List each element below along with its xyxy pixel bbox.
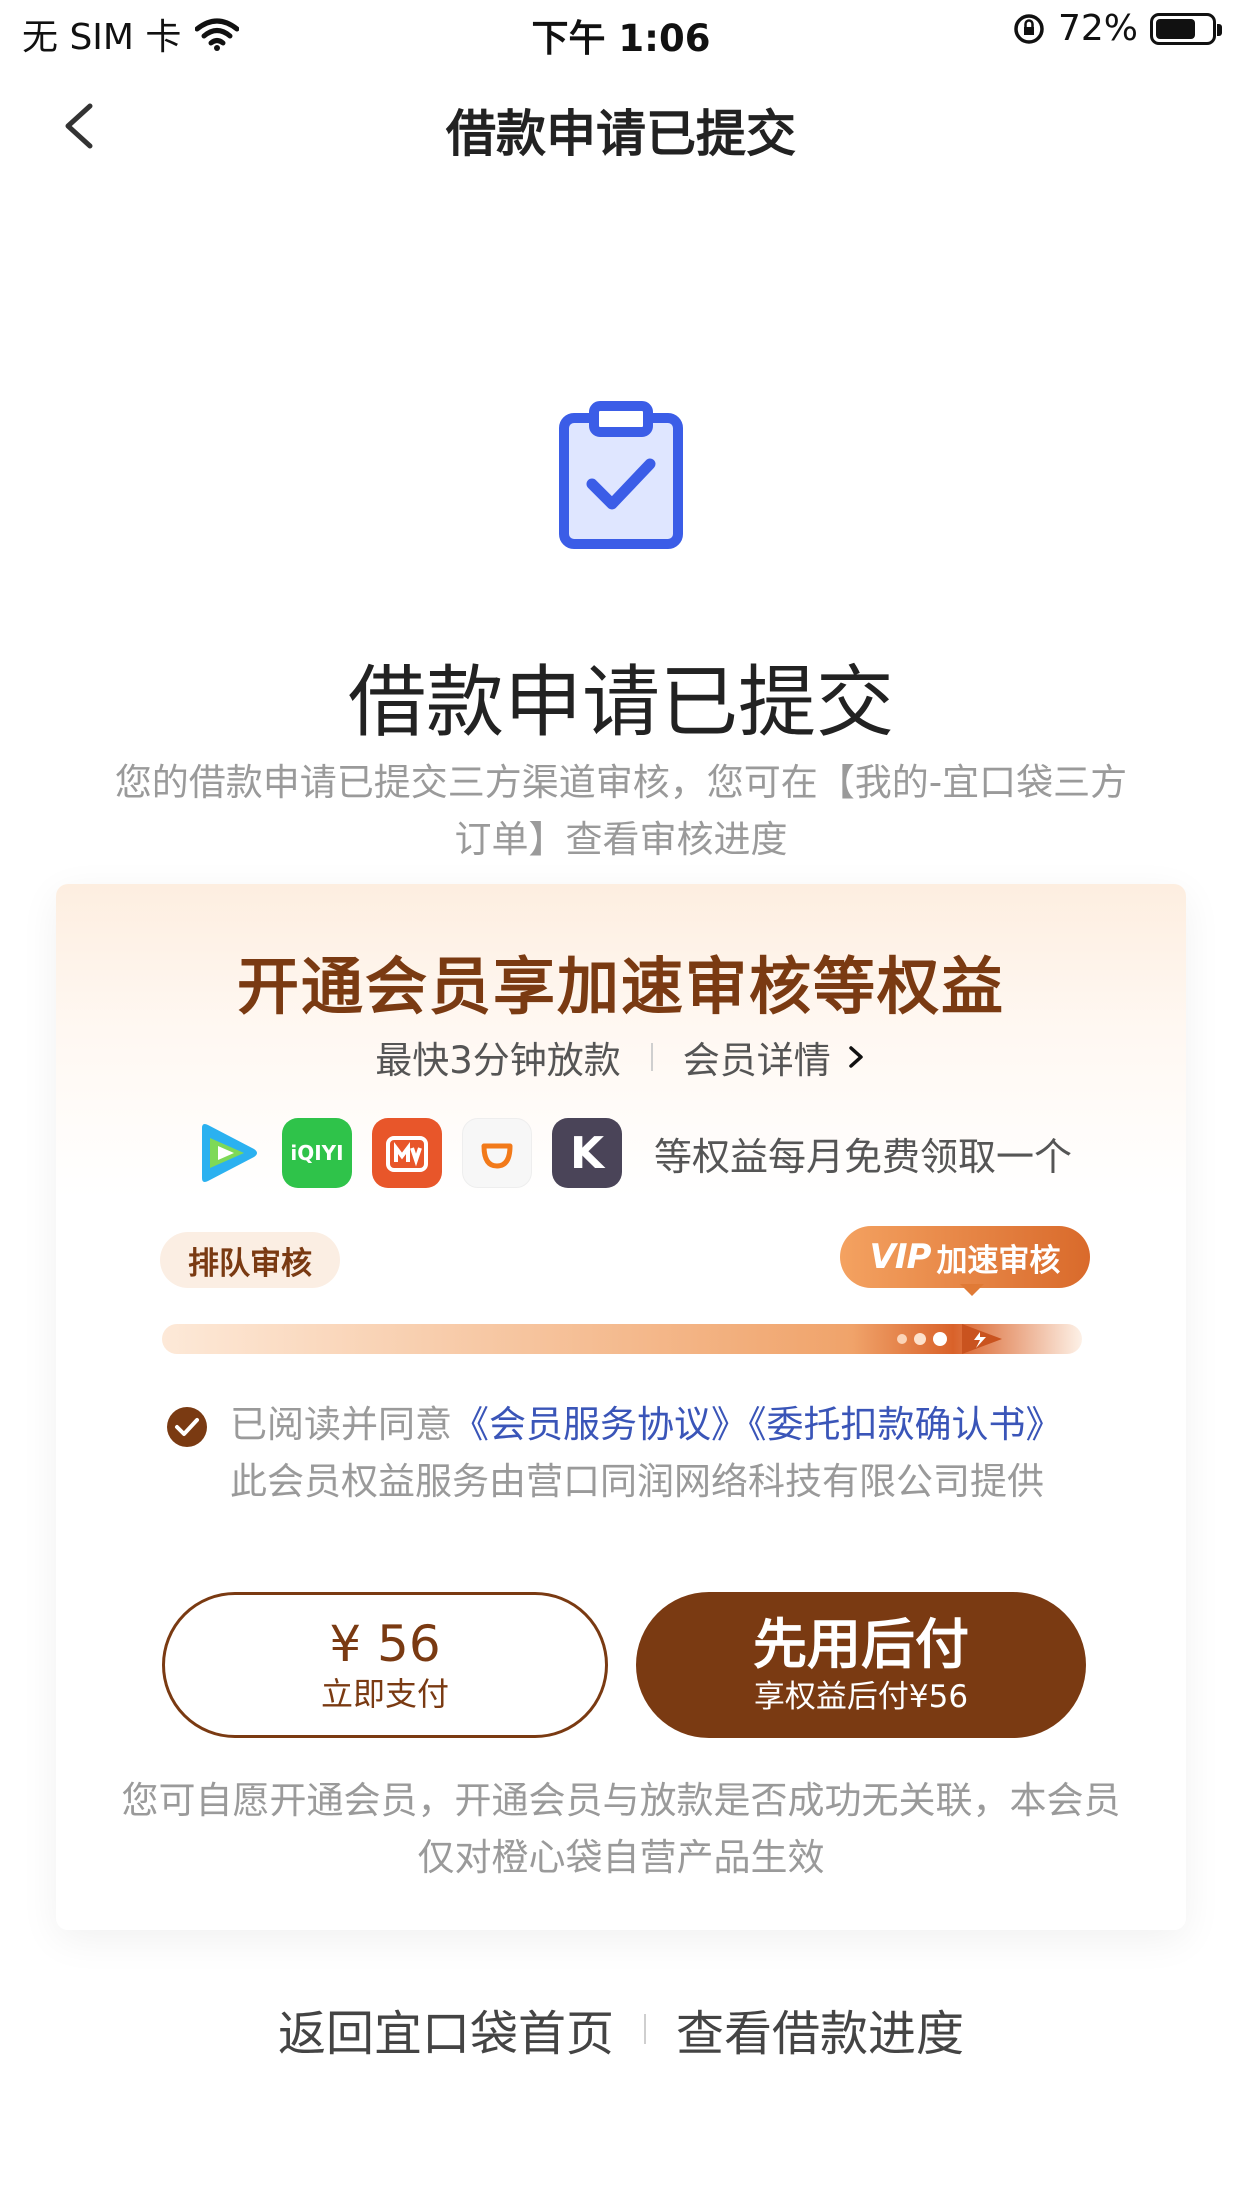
iqiyi-label: iQIYI [290,1141,344,1165]
tencent-video-icon [192,1118,262,1188]
review-speed-track [162,1324,1082,1354]
member-details-link[interactable]: 会员详情 [683,1030,867,1084]
battery-icon [1150,12,1222,45]
debit-authorization-link[interactable]: 《委托扣款确认书》 [748,1403,1063,1446]
membership-title: 开通会员享加速审核等权益 [236,950,1005,1023]
member-service-agreement-link[interactable]: 《会员服务协议》 [452,1403,748,1446]
divider [650,1043,653,1071]
status-indicators: 72% [1012,8,1222,49]
agreement-prefix: 已阅读并同意 [230,1403,452,1446]
vip-tag-text: 加速审核 [936,1242,1061,1279]
view-loan-progress-link[interactable]: 查看借款进度 [676,1994,964,2064]
orientation-lock-icon [1014,13,1044,44]
iqiyi-icon: iQIYI [282,1118,352,1188]
vip-logo: VIP [869,1237,932,1277]
membership-subline: 最快3分钟放款 会员详情 [0,1030,1242,1084]
chevron-right-icon [849,1046,863,1068]
agreement-suffix: 此会员权益服务由营口同润网络科技有限公司提供 [230,1460,1044,1503]
speed-text: 最快3分钟放款 [375,1039,621,1082]
pay-now-label: 立即支付 [320,1675,449,1713]
keep-label: K [569,1127,605,1179]
divider [644,2014,646,2044]
agreement-checkbox[interactable] [166,1406,208,1448]
battery-percent: 72% [1057,8,1138,49]
apps-benefit-text: 等权益每月免费领取一个 [654,1134,1073,1179]
queue-review-tag: 排队审核 [160,1232,340,1288]
keep-icon: K [552,1118,622,1188]
back-to-home-link[interactable]: 返回宜口袋首页 [278,1994,614,2064]
bottom-links: 返回宜口袋首页 查看借款进度 [0,1994,1242,2064]
hero-description: 您的借款申请已提交三方渠道审核，您可在【我的-宜口袋三方订单】查看审核进度 [114,761,1128,861]
vip-tag-pointer [960,1284,984,1296]
vip-fast-review-tag: VIP 加速审核 [840,1226,1090,1288]
member-details-label: 会员详情 [682,1039,831,1082]
hero-icon-wrap [556,400,686,550]
pay-later-label: 先用后付 [753,1613,969,1676]
clipboard-check-icon [559,401,683,549]
hero-title: 借款申请已提交 [347,658,894,748]
pay-amount: ¥ 56 [329,1615,441,1673]
page-title: 借款申请已提交 [446,105,796,163]
agreement-text: 已阅读并同意《会员服务协议》《委托扣款确认书》此会员权益服务由营口同润网络科技有… [230,1396,1070,1510]
pay-later-button[interactable]: 先用后付 享权益后付¥56 [636,1592,1086,1738]
benefit-apps: iQIYI K 等权益每月免费领取一个 [192,1118,1072,1188]
pay-now-button[interactable]: ¥ 56 立即支付 [162,1592,608,1738]
didi-icon [462,1118,532,1188]
mango-tv-icon [372,1118,442,1188]
pay-later-sub: 享权益后付¥56 [753,1679,969,1715]
membership-disclaimer: 您可自愿开通会员，开通会员与放款是否成功无关联，本会员仅对橙心袋自营产品生效 [121,1779,1121,1879]
